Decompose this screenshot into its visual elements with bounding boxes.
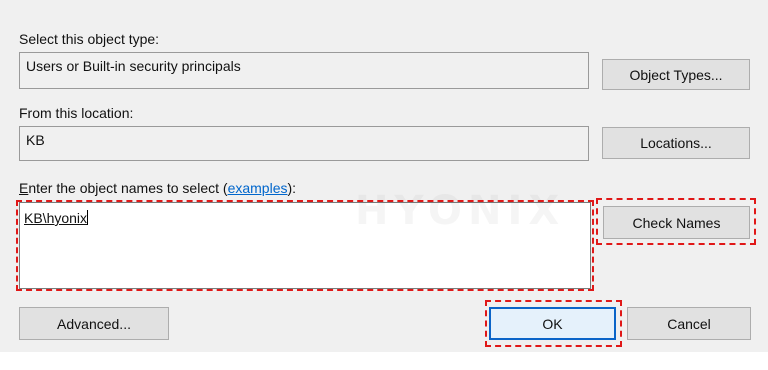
object-type-value: Users or Built-in security principals [26, 58, 241, 74]
locations-button[interactable]: Locations... [602, 127, 750, 159]
ok-button[interactable]: OK [489, 307, 616, 340]
check-names-button[interactable]: Check Names [603, 206, 750, 239]
location-value: KB [26, 132, 45, 148]
examples-link[interactable]: examples [228, 180, 288, 196]
object-names-value: KB\hyonix [24, 210, 88, 226]
location-label: From this location: [19, 105, 134, 121]
object-names-label: Enter the object names to select (exampl… [19, 180, 296, 196]
text-caret [87, 210, 89, 225]
advanced-button[interactable]: Advanced... [19, 307, 169, 340]
object-names-label-suffix: ): [287, 180, 297, 196]
object-names-input[interactable]: KB\hyonix [19, 202, 591, 289]
object-type-field: Users or Built-in security principals [19, 52, 589, 89]
location-field: KB [19, 126, 589, 161]
select-users-dialog: Select this object type: Users or Built-… [0, 0, 768, 352]
cancel-button[interactable]: Cancel [627, 307, 751, 340]
object-type-label: Select this object type: [19, 31, 160, 47]
object-types-button[interactable]: Object Types... [602, 59, 750, 90]
object-names-label-text: nter the object names to select ( [28, 180, 228, 196]
object-names-label-accesskey: E [19, 180, 29, 196]
